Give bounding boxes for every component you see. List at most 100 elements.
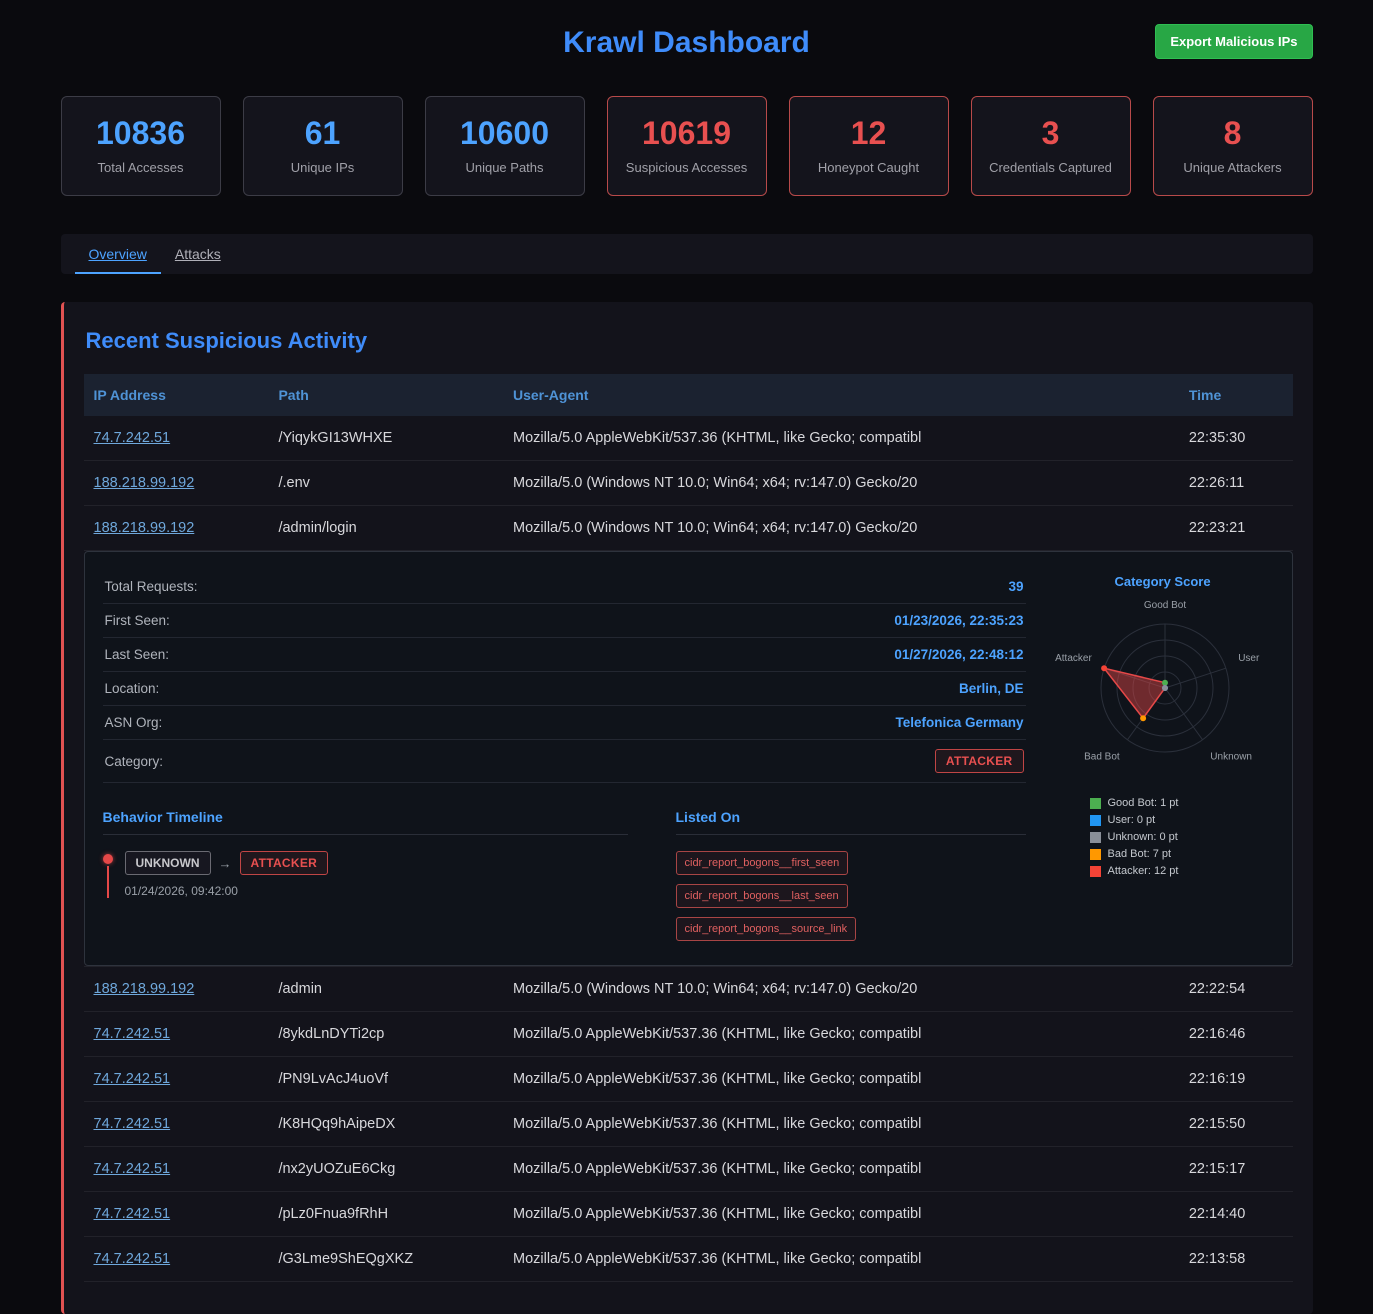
- stat-label: Total Accesses: [68, 160, 214, 175]
- ip-link[interactable]: 74.7.242.51: [94, 430, 171, 446]
- legend-label: Good Bot: 1 pt: [1108, 797, 1179, 809]
- ip-link[interactable]: 74.7.242.51: [94, 1071, 171, 1087]
- stat-label: Unique IPs: [250, 160, 396, 175]
- row-time: 22:23:21: [1179, 506, 1293, 551]
- ip-link[interactable]: 74.7.242.51: [94, 1116, 171, 1132]
- field-total-requests: Total Requests: 39: [103, 570, 1026, 604]
- field-first-seen: First Seen: 01/23/2026, 22:35:23: [103, 604, 1026, 638]
- table-row[interactable]: 74.7.242.51 /PN9LvAcJ4uoVf Mozilla/5.0 A…: [84, 1057, 1293, 1102]
- stat-value: 12: [796, 115, 942, 152]
- ip-link[interactable]: 74.7.242.51: [94, 1206, 171, 1222]
- recent-suspicious-activity-panel: Recent Suspicious Activity IP Address Pa…: [61, 302, 1313, 1314]
- field-label: Total Requests:: [105, 579, 198, 594]
- table-row[interactable]: 74.7.242.51 /8ykdLnDYTi2cp Mozilla/5.0 A…: [84, 1012, 1293, 1057]
- legend-label: Bad Bot: 7 pt: [1108, 848, 1172, 860]
- row-time: 22:22:54: [1179, 967, 1293, 1012]
- listed-on-title: Listed On: [676, 809, 1026, 835]
- stat-card-honeypot-caught: 12 Honeypot Caught: [789, 96, 949, 196]
- table-row[interactable]: 74.7.242.51 /K8HQq9hAipeDX Mozilla/5.0 A…: [84, 1102, 1293, 1147]
- table-row[interactable]: 74.7.242.51 /G3Lme9ShEQgXKZ Mozilla/5.0 …: [84, 1237, 1293, 1282]
- col-header-path: Path: [268, 374, 503, 416]
- row-user-agent: Mozilla/5.0 AppleWebKit/537.36 (KHTML, l…: [503, 1057, 1179, 1102]
- row-user-agent: Mozilla/5.0 AppleWebKit/537.36 (KHTML, l…: [503, 1102, 1179, 1147]
- listed-on-badge: cidr_report_bogons__first_seen: [676, 851, 849, 875]
- category-score-title: Category Score: [1052, 574, 1274, 589]
- row-user-agent: Mozilla/5.0 AppleWebKit/537.36 (KHTML, l…: [503, 1147, 1179, 1192]
- category-attacker-badge: ATTACKER: [935, 749, 1024, 773]
- row-user-agent: Mozilla/5.0 (Windows NT 10.0; Win64; x64…: [503, 461, 1179, 506]
- field-value: Berlin, DE: [959, 681, 1024, 696]
- tab-bar: Overview Attacks: [61, 234, 1313, 274]
- table-row[interactable]: 74.7.242.51 /nx2yUOZuE6Ckg Mozilla/5.0 A…: [84, 1147, 1293, 1192]
- detail-subsections: Behavior Timeline: [103, 809, 1026, 941]
- legend-swatch-user: [1090, 815, 1101, 826]
- ip-link[interactable]: 188.218.99.192: [94, 981, 195, 997]
- timeline-marker-icon: [103, 851, 113, 898]
- stat-value: 61: [250, 115, 396, 152]
- stat-value: 10836: [68, 115, 214, 152]
- legend-item-good-bot: Good Bot: 1 pt: [1090, 797, 1274, 809]
- table-row[interactable]: 74.7.242.51 /YiqykGI13WHXE Mozilla/5.0 A…: [84, 416, 1293, 461]
- listed-on-badge: cidr_report_bogons__last_seen: [676, 884, 848, 908]
- row-user-agent: Mozilla/5.0 AppleWebKit/537.36 (KHTML, l…: [503, 1192, 1179, 1237]
- tab-attacks[interactable]: Attacks: [161, 234, 235, 274]
- legend-swatch-unknown: [1090, 832, 1101, 843]
- timeline-dot-icon: [103, 854, 113, 864]
- timeline-line: [107, 866, 109, 898]
- stat-label: Suspicious Accesses: [614, 160, 760, 175]
- field-label: First Seen:: [105, 613, 170, 628]
- field-label: Last Seen:: [105, 647, 170, 662]
- row-user-agent: Mozilla/5.0 AppleWebKit/537.36 (KHTML, l…: [503, 416, 1179, 461]
- stat-value: 10619: [614, 115, 760, 152]
- field-label: ASN Org:: [105, 715, 163, 730]
- ip-detail-panel: Total Requests: 39 First Seen: 01/23/202…: [84, 551, 1293, 966]
- row-path: /admin/login: [268, 506, 503, 551]
- ip-link[interactable]: 74.7.242.51: [94, 1161, 171, 1177]
- svg-text:User: User: [1238, 653, 1260, 664]
- stat-card-unique-paths: 10600 Unique Paths: [425, 96, 585, 196]
- tab-overview[interactable]: Overview: [75, 234, 161, 274]
- stat-card-unique-ips: 61 Unique IPs: [243, 96, 403, 196]
- timeline-content: UNKNOWN → ATTACKER 01/24/2026, 09:42:00: [125, 851, 329, 898]
- row-time: 22:26:11: [1179, 461, 1293, 506]
- row-user-agent: Mozilla/5.0 AppleWebKit/537.36 (KHTML, l…: [503, 1012, 1179, 1057]
- col-header-user-agent: User-Agent: [503, 374, 1179, 416]
- field-value: 39: [1008, 579, 1023, 594]
- stat-label: Unique Attackers: [1160, 160, 1306, 175]
- col-header-ip: IP Address: [84, 374, 269, 416]
- stat-value: 10600: [432, 115, 578, 152]
- ip-link[interactable]: 188.218.99.192: [94, 475, 195, 491]
- legend-label: Unknown: 0 pt: [1108, 831, 1178, 843]
- stat-card-total-accesses: 10836 Total Accesses: [61, 96, 221, 196]
- header: Krawl Dashboard Export Malicious IPs: [61, 18, 1313, 82]
- row-path: /8ykdLnDYTi2cp: [268, 1012, 503, 1057]
- suspicious-activity-table: IP Address Path User-Agent Time 74.7.242…: [84, 374, 1293, 1282]
- row-time: 22:16:46: [1179, 1012, 1293, 1057]
- ip-link[interactable]: 188.218.99.192: [94, 520, 195, 536]
- legend-item-user: User: 0 pt: [1090, 814, 1274, 826]
- legend-item-bad-bot: Bad Bot: 7 pt: [1090, 848, 1274, 860]
- row-path: /YiqykGI13WHXE: [268, 416, 503, 461]
- ip-link[interactable]: 74.7.242.51: [94, 1251, 171, 1267]
- table-row[interactable]: 74.7.242.51 /pLz0Fnua9fRhH Mozilla/5.0 A…: [84, 1192, 1293, 1237]
- panel-title: Recent Suspicious Activity: [84, 328, 1293, 354]
- ip-link[interactable]: 74.7.242.51: [94, 1026, 171, 1042]
- listed-on-section: Listed On cidr_report_bogons__first_seen…: [676, 809, 1026, 941]
- table-row[interactable]: 188.218.99.192 /.env Mozilla/5.0 (Window…: [84, 461, 1293, 506]
- table-header: IP Address Path User-Agent Time: [84, 374, 1293, 416]
- page-title: Krawl Dashboard: [61, 18, 1313, 60]
- timeline-from-badge: UNKNOWN: [125, 851, 211, 875]
- stat-card-unique-attackers: 8 Unique Attackers: [1153, 96, 1313, 196]
- row-time: 22:15:17: [1179, 1147, 1293, 1192]
- listed-on-badge: cidr_report_bogons__source_link: [676, 917, 857, 941]
- row-path: /.env: [268, 461, 503, 506]
- stat-label: Credentials Captured: [978, 160, 1124, 175]
- export-malicious-ips-button[interactable]: Export Malicious IPs: [1155, 24, 1312, 59]
- table-row[interactable]: 188.218.99.192 /admin Mozilla/5.0 (Windo…: [84, 967, 1293, 1012]
- table-row[interactable]: 188.218.99.192 /admin/login Mozilla/5.0 …: [84, 506, 1293, 551]
- field-location: Location: Berlin, DE: [103, 672, 1026, 706]
- ip-detail-row: Total Requests: 39 First Seen: 01/23/202…: [84, 551, 1293, 967]
- behavior-timeline-title: Behavior Timeline: [103, 809, 628, 835]
- field-label: Category:: [105, 754, 164, 769]
- legend-label: Attacker: 12 pt: [1108, 865, 1179, 877]
